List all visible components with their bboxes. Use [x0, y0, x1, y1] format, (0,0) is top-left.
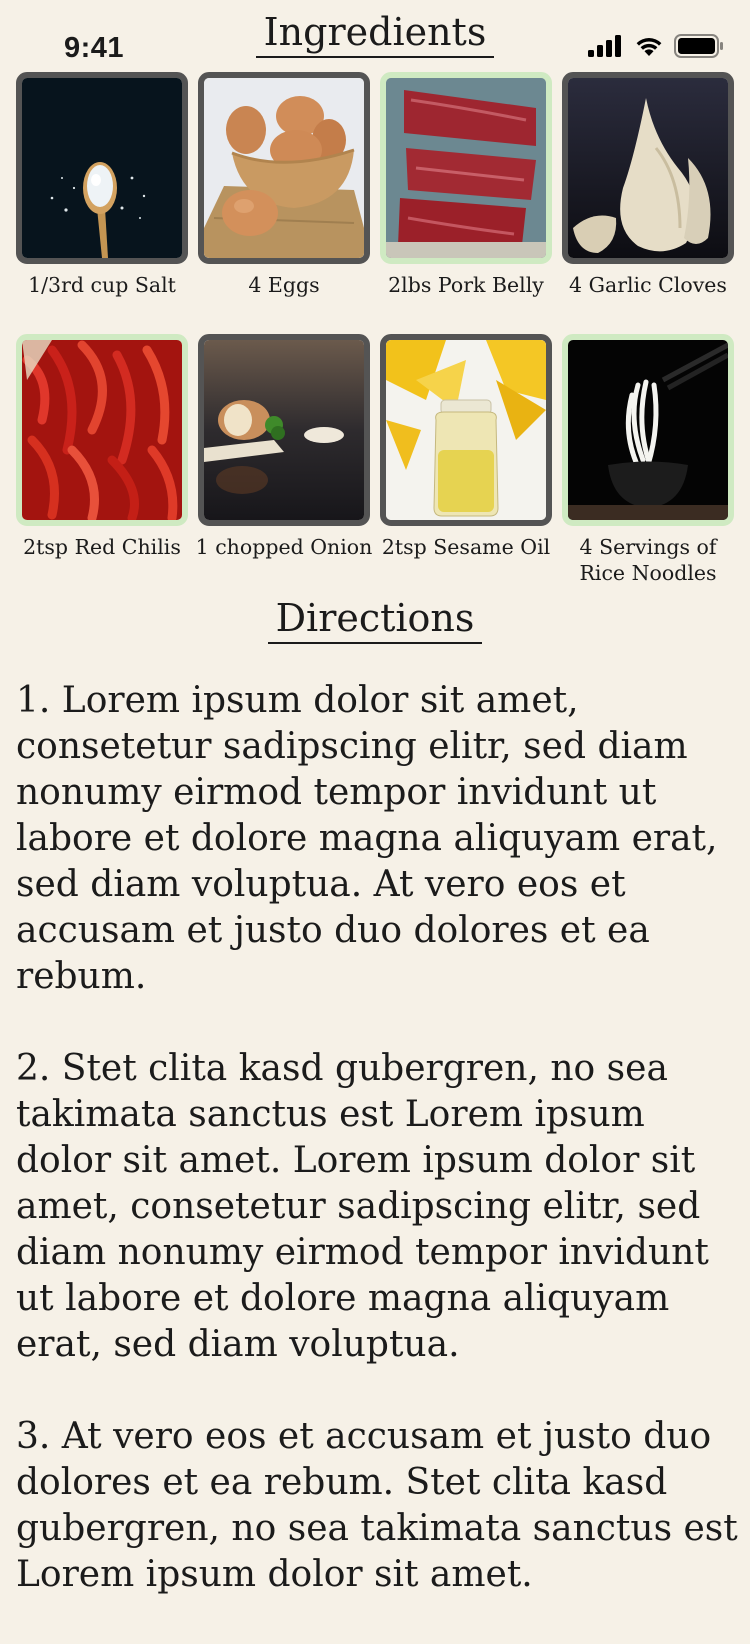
ingredient-image-sesame-oil[interactable] — [380, 334, 552, 526]
ingredient-image-rice-noodles[interactable] — [562, 334, 734, 526]
ingredient-card-onion[interactable]: 1 chopped Onion — [195, 334, 373, 596]
ingredients-heading: Ingredients — [0, 10, 750, 58]
ingredient-card-rice-noodles[interactable]: 4 Servings of Rice Noodles — [562, 334, 734, 596]
ingredient-label: 1/3rd cup Salt — [28, 273, 176, 297]
raw-meat-photo — [386, 78, 546, 258]
ingredients-title: Ingredients — [255, 10, 495, 58]
ingredient-image-red-chilis[interactable] — [16, 334, 188, 526]
ingredient-label: 4 Eggs — [248, 273, 320, 297]
ingredient-card-red-chilis[interactable]: 2tsp Red Chilis — [16, 334, 188, 596]
garlic-photo — [568, 78, 728, 258]
direction-step-2: 2. Stet clita kasd gubergren, no sea tak… — [16, 1048, 709, 1365]
ingredient-image-pork-belly[interactable] — [380, 72, 552, 264]
rice-noodles-photo — [568, 340, 728, 520]
ingredient-label: 4 Servings of Rice Noodles — [579, 535, 717, 585]
ingredient-label: 2lbs Pork Belly — [388, 273, 544, 297]
ingredient-image-eggs[interactable] — [198, 72, 370, 264]
ingredient-image-garlic[interactable] — [562, 72, 734, 264]
ingredient-card-salt[interactable]: 1/3rd cup Salt — [16, 72, 188, 334]
ingredient-label: 2tsp Red Chilis — [23, 535, 181, 559]
ingredient-image-onion[interactable] — [198, 334, 370, 526]
salt-spoon-photo — [22, 78, 182, 258]
ingredient-card-pork-belly[interactable]: 2lbs Pork Belly — [380, 72, 552, 334]
ingredient-label: 4 Garlic Cloves — [569, 273, 727, 297]
ingredient-label: 1 chopped Onion — [195, 535, 373, 559]
ingredient-card-sesame-oil[interactable]: 2tsp Sesame Oil — [380, 334, 552, 596]
directions-list: 1. Lorem ipsum dolor sit amet, consetetu… — [16, 678, 738, 1644]
directions-heading: Directions — [0, 596, 750, 644]
ingredient-card-eggs[interactable]: 4 Eggs — [198, 72, 370, 334]
direction-step-1: 1. Lorem ipsum dolor sit amet, consetetu… — [16, 680, 718, 997]
directions-title: Directions — [267, 596, 483, 644]
oil-jar-photo — [386, 340, 546, 520]
ingredient-card-garlic[interactable]: 4 Garlic Cloves — [562, 72, 734, 334]
ingredient-label: 2tsp Sesame Oil — [381, 535, 551, 559]
direction-step-3: 3. At vero eos et accusam et justo duo d… — [16, 1416, 738, 1595]
ingredient-image-salt[interactable] — [16, 72, 188, 264]
onion-photo — [204, 340, 364, 520]
eggs-bowl-photo — [204, 78, 364, 258]
red-chilis-photo — [22, 340, 182, 520]
ingredients-grid: 1/3rd cup Salt 4 Eggs 2lbs Pork Belly 4 … — [16, 72, 734, 596]
